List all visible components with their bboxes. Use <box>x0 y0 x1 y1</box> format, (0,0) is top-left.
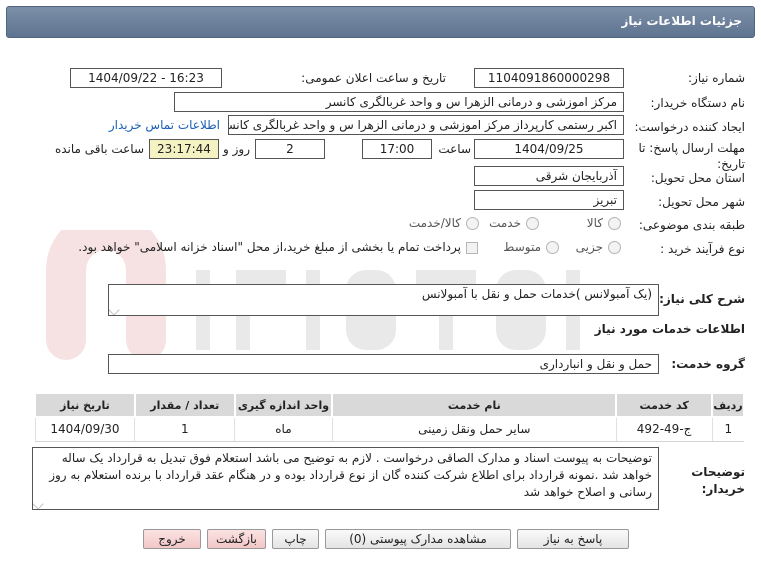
remaining-days-field: 2 <box>255 139 325 159</box>
deadline-time-label: ساعت <box>438 142 471 156</box>
attachments-button[interactable]: مشاهده مدارک پیوستی (0) <box>325 529 511 549</box>
resize-grip-icon[interactable] <box>33 498 44 509</box>
remaining-label: ساعت باقی مانده <box>54 142 144 156</box>
col-header-service-name: نام خدمت <box>331 392 618 418</box>
deadline-label: مهلت ارسال پاسخ: تا تاریخ: <box>638 141 745 171</box>
buyer-label: نام دستگاه خریدار: <box>650 96 746 110</box>
need-number-label: شماره نیاز: <box>688 71 745 85</box>
treasury-checkbox[interactable]: پرداخت تمام یا بخشی از مبلغ خرید،از محل … <box>78 240 478 254</box>
buyer-notes-label: توضیحات خریدار: <box>691 465 745 496</box>
city-field: تبریز <box>474 190 624 210</box>
process-option-minor[interactable]: جزیی <box>576 240 621 254</box>
buyer-field: مرکز اموزشی و درمانی الزهرا س و واحد غرب… <box>174 92 624 112</box>
cell-unit: ماه <box>234 417 333 442</box>
need-number-field: 1104091860000298 <box>474 68 624 88</box>
col-header-service-code: کد خدمت <box>615 392 714 418</box>
col-header-need-date: تاریخ نیاز <box>34 392 136 418</box>
process-option-medium[interactable]: متوسط <box>503 240 559 254</box>
table-header-row: ردیف کد خدمت نام خدمت واحد اندازه گیری ت… <box>34 392 745 418</box>
days-label: روز و <box>223 142 250 156</box>
process-label: نوع فرآیند خرید : <box>660 242 745 256</box>
announce-field: 1404/09/22 - 16:23 <box>70 68 222 88</box>
deadline-time-field: 17:00 <box>362 139 432 159</box>
col-header-quantity: تعداد / مقدار <box>133 392 236 418</box>
services-table: ردیف کد خدمت نام خدمت واحد اندازه گیری ت… <box>34 392 745 442</box>
city-label: شهر محل تحویل: <box>658 195 745 209</box>
cell-row-number: 1 <box>711 417 744 442</box>
back-button[interactable]: بازگشت <box>207 529 266 549</box>
announce-label: تاریخ و ساعت اعلان عمومی: <box>301 71 446 85</box>
requester-field: اکبر رستمی کارپرداز مرکز اموزشی و درمانی… <box>228 115 624 135</box>
radio-icon[interactable] <box>608 241 621 254</box>
col-header-unit: واحد اندازه گیری <box>233 392 334 418</box>
services-section-title: اطلاعات خدمات مورد نیاز <box>594 322 745 336</box>
print-button[interactable]: چاپ <box>272 529 319 549</box>
radio-icon[interactable] <box>608 217 621 230</box>
summary-field: (یک آمبولانس )خدمات حمل و نقل با آمبولان… <box>108 284 659 316</box>
service-group-field: حمل و نقل و انبارداری <box>108 354 659 374</box>
summary-label: شرح کلی نیاز: <box>659 292 745 306</box>
reply-button[interactable]: پاسخ به نیاز <box>517 529 629 549</box>
cell-need-date: 1404/09/30 <box>34 417 135 442</box>
province-label: استان محل تحویل: <box>650 171 745 185</box>
service-group-label: گروه خدمت: <box>671 357 745 371</box>
deadline-date-field: 1404/09/25 <box>474 139 624 159</box>
table-row: 1 ج-49-492 سایر حمل ونقل زمینی ماه 1 140… <box>34 417 744 442</box>
cell-quantity: 1 <box>134 417 235 442</box>
province-field: آذربایجان شرقی <box>474 166 624 186</box>
buyer-contact-link[interactable]: اطلاعات تماس خریدار <box>109 118 220 132</box>
page-header: جزئیات اطلاعات نیاز <box>6 6 755 38</box>
remaining-time-field: 23:17:44 <box>149 139 219 159</box>
radio-icon[interactable] <box>526 217 539 230</box>
requester-label: ایجاد کننده درخواست: <box>634 120 745 134</box>
resize-grip-icon[interactable] <box>109 304 120 315</box>
radio-icon[interactable] <box>546 241 559 254</box>
radio-icon[interactable] <box>466 217 479 230</box>
col-header-row-number: ردیف <box>711 392 745 418</box>
category-label: طبقه بندی موضوعی: <box>638 218 745 232</box>
category-option-goods[interactable]: کالا <box>587 216 621 230</box>
category-option-service[interactable]: خدمت <box>489 216 539 230</box>
cell-service-name: سایر حمل ونقل زمینی <box>331 417 617 442</box>
category-option-goods-service[interactable]: کالا/خدمت <box>409 216 479 230</box>
page-title: جزئیات اطلاعات نیاز <box>621 14 742 28</box>
buyer-notes-field: توضیحات به پیوست اسناد و مدارک الصاقی در… <box>32 447 659 510</box>
checkbox-icon[interactable] <box>466 241 478 254</box>
exit-button[interactable]: خروج <box>143 529 201 549</box>
cell-service-code: ج-49-492 <box>615 417 713 442</box>
